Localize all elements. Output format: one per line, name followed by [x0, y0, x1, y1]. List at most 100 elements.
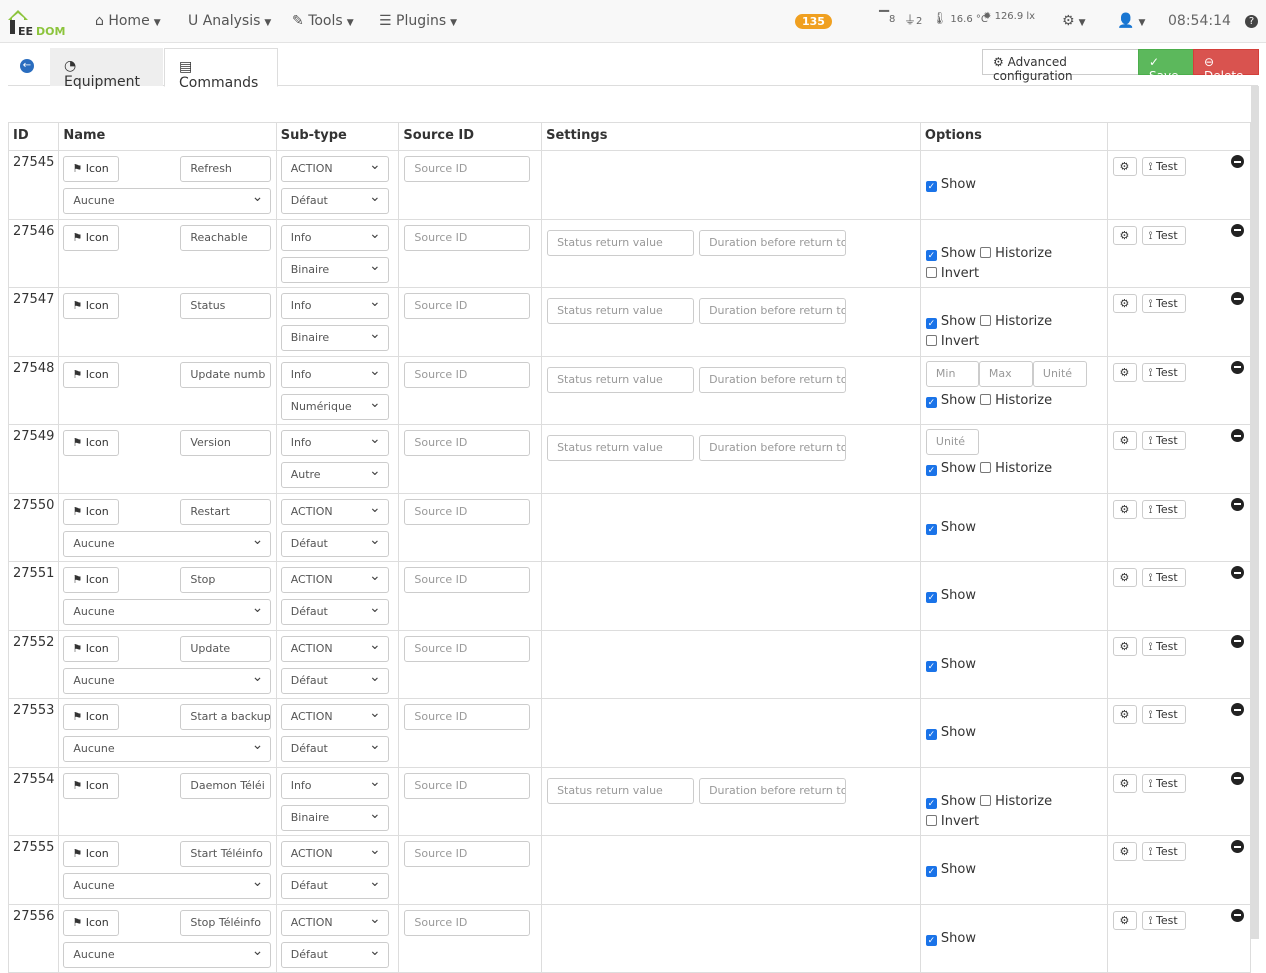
advanced-settings-button[interactable]: ⚙ — [1113, 705, 1138, 724]
icon-button[interactable]: ⚑ Icon — [63, 704, 120, 730]
advanced-settings-button[interactable]: ⚙ — [1113, 636, 1138, 656]
test-button[interactable]: ⟟ Test — [1142, 431, 1187, 450]
show-option-checkbox[interactable]: ✓ — [925, 729, 937, 740]
max-input[interactable]: Max — [978, 360, 1033, 387]
subtype-select[interactable]: Défaut — [280, 873, 389, 899]
command-name-input[interactable]: Stop — [180, 567, 272, 593]
historize-option[interactable]: Historize — [980, 314, 1052, 329]
subtype-select[interactable]: Autre — [280, 462, 389, 488]
unit-input[interactable]: Unité — [925, 429, 979, 455]
subtype-select[interactable]: Défaut — [280, 188, 389, 214]
source-id-input[interactable]: Source ID — [404, 156, 531, 182]
command-name-input[interactable]: Version — [180, 430, 272, 456]
show-option-checkbox[interactable]: ✓ — [925, 866, 937, 877]
back-arrow-icon[interactable]: ← — [20, 59, 34, 73]
show-option[interactable]: ✓ Show — [925, 657, 976, 672]
luminosity-status[interactable]: ✹ 126.9 lx — [983, 11, 1035, 22]
command-name-input[interactable]: Restart — [180, 498, 272, 525]
type-select[interactable]: Info — [280, 361, 389, 388]
icon-button[interactable]: ⚑ Icon — [63, 156, 120, 182]
icon-button[interactable]: ⚑ Icon — [63, 567, 120, 593]
unit-input[interactable]: Unité — [1032, 360, 1087, 387]
status-return-value-input[interactable]: Status return value — [547, 298, 695, 324]
test-button[interactable]: ⟟ Test — [1142, 499, 1187, 519]
historize-option-checkbox[interactable] — [980, 462, 992, 473]
command-name-input[interactable]: Refresh — [180, 156, 272, 182]
test-button[interactable]: ⟟ Test — [1142, 568, 1187, 587]
historize-option-checkbox[interactable] — [980, 393, 992, 405]
help-icon[interactable]: ? — [1245, 15, 1258, 28]
advanced-settings-button[interactable]: ⚙ — [1113, 568, 1138, 587]
show-option-checkbox[interactable]: ✓ — [925, 465, 937, 476]
remove-command-icon[interactable] — [1231, 840, 1244, 853]
invert-option-checkbox[interactable] — [925, 814, 937, 826]
source-id-input[interactable]: Source ID — [404, 772, 531, 799]
type-select[interactable]: Info — [280, 772, 389, 799]
duration-before-return-input[interactable]: Duration before return to — [699, 298, 847, 324]
type-select[interactable]: ACTION — [280, 909, 389, 936]
generic-type-select[interactable]: Aucune — [63, 530, 272, 557]
command-name-input[interactable]: Start a backup — [180, 704, 272, 730]
show-option-checkbox[interactable]: ✓ — [925, 592, 937, 603]
icon-button[interactable]: ⚑ Icon — [63, 498, 120, 525]
test-button[interactable]: ⟟ Test — [1142, 636, 1187, 656]
type-select[interactable]: ACTION — [280, 704, 389, 730]
invert-option[interactable]: Invert — [925, 334, 979, 349]
invert-option-checkbox[interactable] — [925, 335, 937, 346]
subtype-select[interactable]: Binaire — [280, 325, 389, 351]
settings-menu[interactable]: ⚙ ▼ — [1062, 13, 1085, 29]
type-select[interactable]: ACTION — [280, 498, 389, 525]
invert-option[interactable]: Invert — [925, 814, 979, 829]
remove-command-icon[interactable] — [1231, 703, 1244, 716]
source-id-input[interactable]: Source ID — [404, 498, 531, 525]
duration-before-return-input[interactable]: Duration before return to — [699, 229, 847, 256]
type-select[interactable]: ACTION — [280, 567, 389, 593]
icon-button[interactable]: ⚑ Icon — [63, 772, 120, 799]
show-option[interactable]: ✓ Show — [925, 862, 976, 877]
subtype-select[interactable]: Défaut — [280, 530, 389, 557]
show-option[interactable]: ✓ Show — [925, 393, 976, 408]
user-menu[interactable]: 👤 ▼ — [1117, 13, 1145, 29]
show-option[interactable]: ✓ Show — [925, 314, 976, 329]
command-name-input[interactable]: Stop Téléinfo — [180, 909, 272, 936]
historize-option-checkbox[interactable] — [980, 246, 992, 258]
test-button[interactable]: ⟟ Test — [1142, 705, 1187, 724]
min-input[interactable]: Min — [925, 360, 979, 387]
icon-button[interactable]: ⚑ Icon — [63, 635, 120, 662]
invert-option[interactable]: Invert — [925, 266, 979, 281]
icon-button[interactable]: ⚑ Icon — [63, 909, 120, 936]
generic-type-select[interactable]: Aucune — [63, 188, 272, 214]
duration-before-return-input[interactable]: Duration before return to — [699, 435, 847, 461]
subtype-select[interactable]: Binaire — [280, 256, 389, 283]
source-id-input[interactable]: Source ID — [404, 704, 531, 730]
generic-type-select[interactable]: Aucune — [63, 599, 272, 625]
remove-command-icon[interactable] — [1231, 908, 1244, 922]
save-button[interactable]: ✓ Save — [1138, 49, 1194, 83]
type-select[interactable]: ACTION — [280, 635, 389, 662]
source-id-input[interactable]: Source ID — [404, 635, 531, 662]
advanced-settings-button[interactable]: ⚙ — [1113, 431, 1138, 450]
plug-status[interactable]: ⏚2 — [904, 11, 922, 28]
message-count-badge[interactable]: 135 — [795, 14, 832, 29]
command-name-input[interactable]: Status — [180, 293, 272, 319]
remove-command-icon[interactable] — [1231, 497, 1244, 511]
show-option-checkbox[interactable]: ✓ — [925, 523, 937, 535]
show-option[interactable]: ✓ Show — [925, 461, 976, 476]
test-button[interactable]: ⟟ Test — [1142, 842, 1187, 861]
invert-option-checkbox[interactable] — [925, 266, 937, 278]
status-return-value-input[interactable]: Status return value — [547, 435, 695, 461]
show-option-checkbox[interactable]: ✓ — [925, 934, 937, 946]
command-name-input[interactable]: Reachable — [180, 224, 272, 251]
generic-type-select[interactable]: Aucune — [63, 667, 272, 694]
advanced-settings-button[interactable]: ⚙ — [1113, 499, 1138, 519]
subtype-select[interactable]: Numérique — [280, 393, 389, 420]
tab-equipment[interactable]: ◔ Equipment — [50, 48, 163, 90]
subtype-select[interactable]: Défaut — [280, 736, 389, 762]
tab-commands[interactable]: ▤ Commands — [164, 48, 278, 91]
advanced-settings-button[interactable]: ⚙ — [1113, 294, 1138, 313]
show-option-checkbox[interactable]: ✓ — [925, 660, 937, 672]
show-option-checkbox[interactable]: ✓ — [925, 318, 937, 329]
menu-home[interactable]: ⌂ Home ▼ — [95, 13, 161, 29]
source-id-input[interactable]: Source ID — [404, 430, 531, 456]
historize-option-checkbox[interactable] — [980, 315, 992, 326]
